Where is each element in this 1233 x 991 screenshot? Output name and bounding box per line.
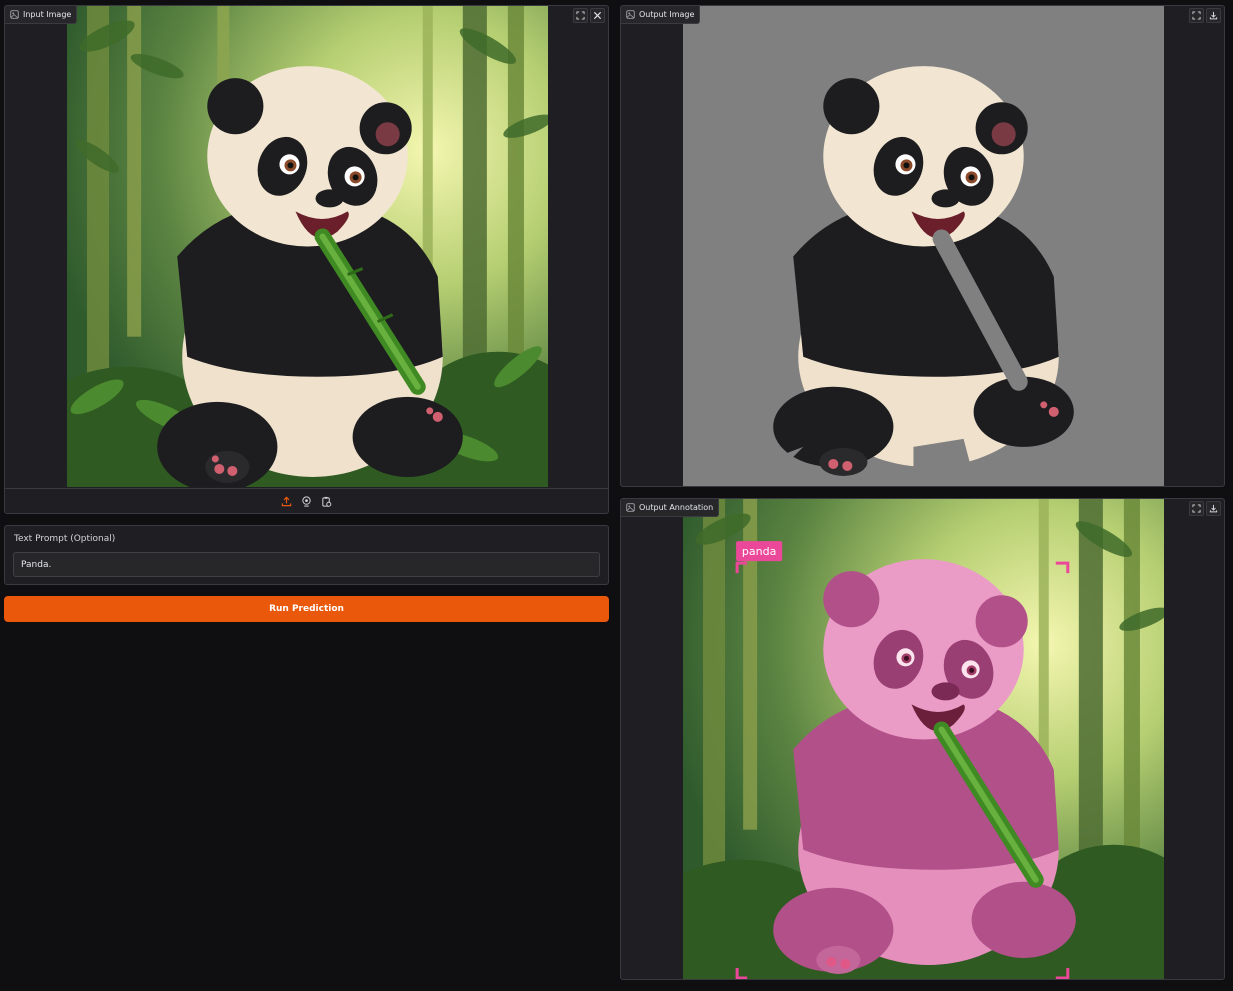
output-annotation-label-tab: Output Annotation bbox=[621, 499, 720, 517]
output-image bbox=[683, 6, 1164, 486]
webcam-button[interactable] bbox=[301, 496, 313, 508]
fullscreen-icon bbox=[1192, 11, 1201, 20]
input-image[interactable] bbox=[67, 6, 548, 487]
input-image-panel[interactable]: Input Image bbox=[4, 5, 609, 514]
image-icon bbox=[626, 10, 635, 19]
fullscreen-button[interactable] bbox=[573, 8, 588, 23]
text-prompt-panel: Text Prompt (Optional) bbox=[4, 525, 609, 585]
input-source-toolbar bbox=[5, 488, 608, 513]
upload-icon bbox=[281, 496, 292, 507]
input-image-label-tab: Input Image bbox=[5, 6, 78, 24]
text-prompt-input[interactable] bbox=[13, 552, 600, 577]
output-image-label: Output Image bbox=[639, 10, 695, 19]
input-image-label: Input Image bbox=[23, 10, 72, 19]
download-icon bbox=[1209, 11, 1218, 20]
text-prompt-label: Text Prompt (Optional) bbox=[14, 534, 116, 544]
download-button[interactable] bbox=[1206, 501, 1221, 516]
output-annotation-image: panda bbox=[683, 499, 1164, 979]
fullscreen-button[interactable] bbox=[1189, 501, 1204, 516]
output-annotation-panel: Output Annotation panda bbox=[620, 498, 1225, 980]
fullscreen-icon bbox=[576, 11, 585, 20]
clear-image-button[interactable] bbox=[590, 8, 605, 23]
fullscreen-icon bbox=[1192, 504, 1201, 513]
clipboard-icon bbox=[322, 496, 332, 507]
paste-clipboard-button[interactable] bbox=[321, 496, 333, 508]
run-prediction-button[interactable]: Run Prediction bbox=[4, 596, 609, 622]
image-icon bbox=[626, 503, 635, 512]
output-image-panel: Output Image bbox=[620, 5, 1225, 487]
download-icon bbox=[1209, 504, 1218, 513]
webcam-icon bbox=[302, 496, 311, 507]
output-annotation-label: Output Annotation bbox=[639, 503, 714, 512]
detection-label: panda bbox=[742, 545, 776, 558]
close-icon bbox=[593, 11, 602, 20]
image-icon bbox=[10, 10, 19, 19]
upload-button[interactable] bbox=[281, 496, 293, 508]
fullscreen-button[interactable] bbox=[1189, 8, 1204, 23]
output-image-label-tab: Output Image bbox=[621, 6, 701, 24]
download-button[interactable] bbox=[1206, 8, 1221, 23]
